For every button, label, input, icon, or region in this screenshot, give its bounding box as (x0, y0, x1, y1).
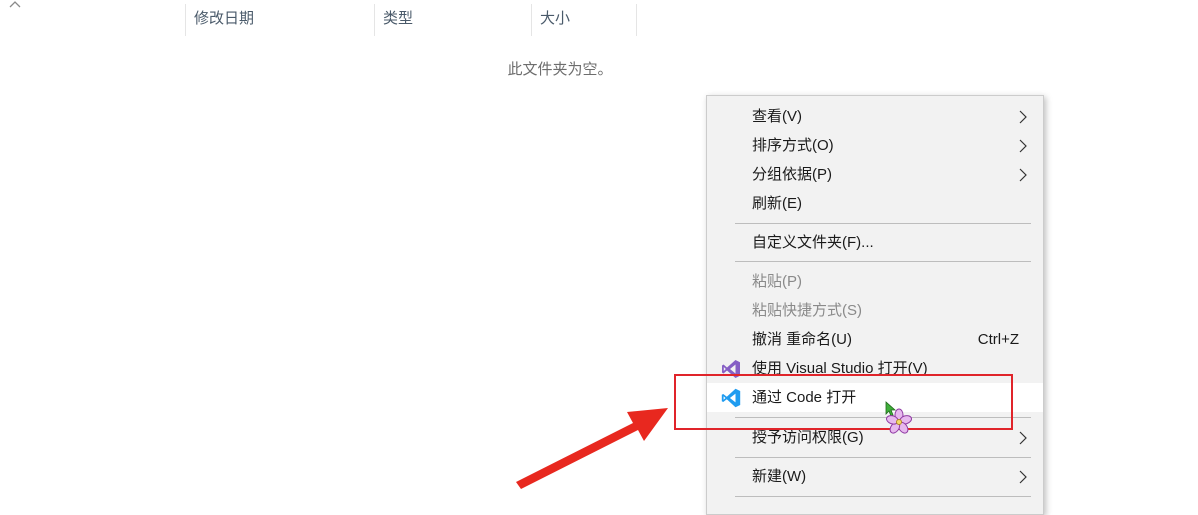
menu-item-shortcut: Ctrl+Z (977, 331, 1019, 348)
chevron-right-icon (1019, 110, 1027, 124)
menu-separator (735, 223, 1031, 224)
menu-item-customize-folder[interactable]: 自定义文件夹(F)... (707, 228, 1043, 257)
chevron-right-icon (1019, 139, 1027, 153)
menu-item-label: 自定义文件夹(F)... (752, 234, 874, 251)
menu-item-label: 粘贴(P) (752, 273, 802, 290)
flower-cursor-icon (885, 401, 912, 434)
column-size[interactable]: 大小 (532, 4, 636, 36)
menu-item-label: 排序方式(O) (752, 137, 834, 154)
empty-folder-message: 此文件夹为空。 (507, 61, 613, 78)
chevron-right-icon (1019, 168, 1027, 182)
menu-item-refresh[interactable]: 刷新(E) (707, 189, 1043, 218)
menu-item-label: 粘贴快捷方式(S) (752, 302, 862, 319)
menu-item-group-by[interactable]: 分组依据(P) (707, 160, 1043, 189)
column-date-modified[interactable]: 修改日期 (186, 4, 374, 36)
highlight-box (674, 374, 1013, 430)
menu-separator (735, 261, 1031, 262)
column-type[interactable]: 类型 (375, 4, 531, 36)
menu-item-undo-rename[interactable]: 撤消 重命名(U) Ctrl+Z (707, 325, 1043, 354)
chevron-right-icon (1019, 470, 1027, 484)
menu-item-new[interactable]: 新建(W) (707, 462, 1043, 491)
menu-item-view[interactable]: 查看(V) (707, 102, 1043, 131)
menu-item-paste-shortcut[interactable]: 粘贴快捷方式(S) (707, 296, 1043, 325)
menu-item-sort-by[interactable]: 排序方式(O) (707, 131, 1043, 160)
sort-caret-icon[interactable] (8, 0, 22, 12)
menu-item-label: 撤消 重命名(U) (752, 331, 852, 348)
menu-separator (735, 457, 1031, 458)
context-menu: 查看(V) 排序方式(O) 分组依据(P) 刷新(E) 自定义文件夹(F)...… (706, 95, 1044, 515)
menu-item-label: 刷新(E) (752, 195, 802, 212)
menu-separator (735, 496, 1031, 497)
menu-item-label: 新建(W) (752, 468, 807, 485)
chevron-right-icon (1019, 431, 1027, 445)
column-header: 修改日期 类型 大小 (0, 0, 1198, 38)
menu-item-label: 查看(V) (752, 108, 802, 125)
column-separator[interactable] (636, 4, 637, 36)
menu-item-label: 分组依据(P) (752, 166, 832, 183)
menu-item-paste[interactable]: 粘贴(P) (707, 267, 1043, 296)
